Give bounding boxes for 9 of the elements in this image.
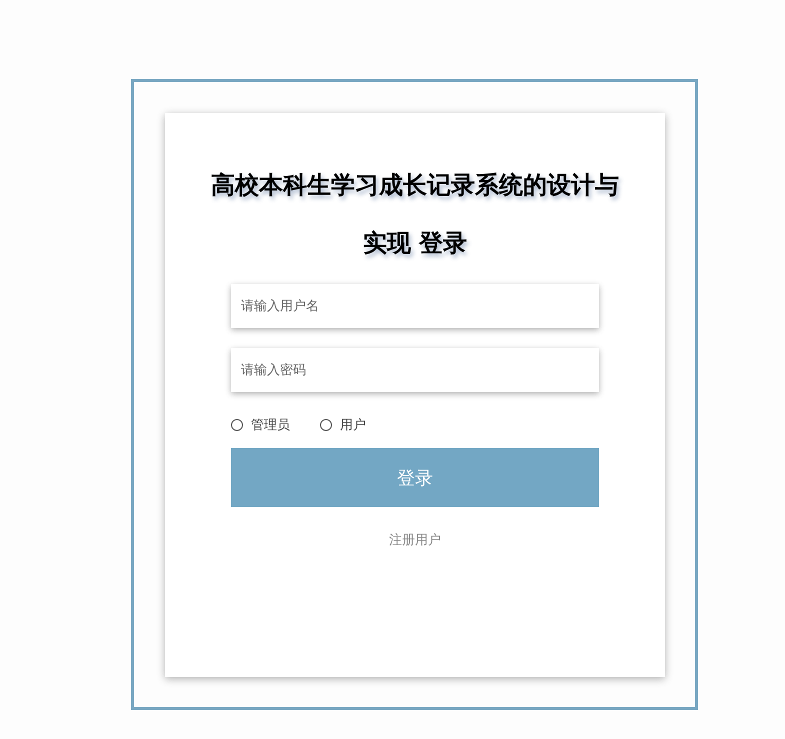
radio-button[interactable]: [231, 419, 243, 431]
password-field[interactable]: 请输入密码: [231, 348, 599, 392]
radio-button[interactable]: [320, 419, 332, 431]
login-title: 高校本科生学习成长记录系统的设计与: [211, 170, 619, 201]
role-option[interactable]: 用户: [320, 416, 366, 434]
register-link[interactable]: 注册用户: [389, 531, 441, 549]
username-field[interactable]: 请输入用户名: [231, 284, 599, 328]
role-option[interactable]: 管理员: [231, 416, 290, 434]
login-title: 实现 登录: [362, 228, 468, 259]
